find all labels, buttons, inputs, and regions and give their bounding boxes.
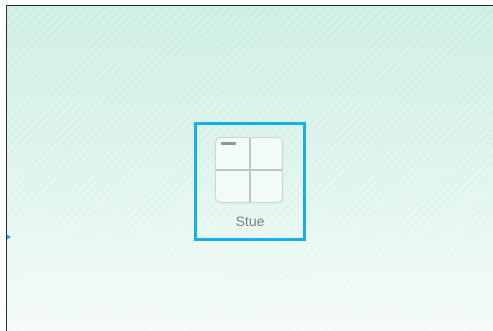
room-canvas: Stue: [6, 5, 493, 331]
room-label: Stue: [235, 213, 265, 229]
floorplan-divider-horizontal: [216, 169, 282, 171]
room-tile-stue[interactable]: Stue: [194, 122, 306, 241]
edge-arrow-icon: [7, 232, 11, 242]
floorplan-mark: [221, 142, 236, 145]
floorplan-grid-icon: [215, 137, 283, 203]
